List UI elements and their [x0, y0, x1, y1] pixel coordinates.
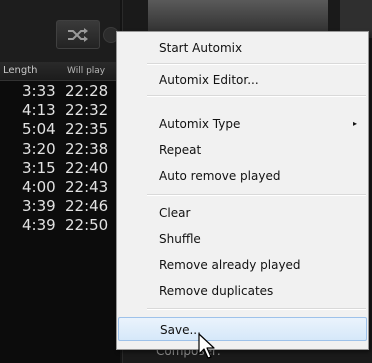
track-length: 3:20 — [22, 139, 56, 158]
track-will-play: 22:50 — [65, 216, 109, 235]
mouse-cursor-icon — [198, 333, 215, 359]
track-will-play: 22:32 — [65, 101, 109, 120]
table-row[interactable]: 4:13 22:32 — [0, 101, 120, 120]
table-row[interactable]: 3:33 22:28 — [0, 82, 120, 101]
track-will-play: 22:43 — [65, 177, 109, 196]
menu-item-start-automix[interactable]: Start Automix — [118, 36, 367, 60]
track-length: 3:39 — [22, 197, 56, 216]
menu-separator — [147, 63, 366, 65]
playlist-column-header: Length Will play — [0, 62, 120, 81]
column-header-will-play[interactable]: Will play — [67, 62, 105, 80]
menu-item-auto-remove-played[interactable]: Auto remove played — [118, 164, 367, 188]
playlist-panel: Length Will play 3:33 22:28 4:13 22:32 5:0… — [0, 0, 120, 363]
track-length: 3:33 — [22, 82, 56, 100]
table-row[interactable]: 5:04 22:35 — [0, 120, 120, 139]
track-will-play: 22:28 — [65, 82, 109, 100]
menu-item-remove-already-played[interactable]: Remove already played — [118, 253, 367, 277]
shuffle-icon — [68, 27, 88, 42]
track-length: 4:39 — [22, 216, 56, 235]
table-row[interactable]: 3:15 22:40 — [0, 159, 120, 178]
table-row[interactable]: 4:39 22:50 — [0, 216, 120, 235]
menu-item-clear[interactable]: Clear — [118, 201, 367, 225]
track-length: 5:04 — [22, 120, 56, 139]
playlist-context-menu: Start Automix Automix Editor... Automix … — [116, 31, 369, 350]
submenu-arrow-icon: ▸ — [352, 119, 357, 128]
menu-separator — [147, 95, 366, 97]
table-row[interactable]: 4:00 22:43 — [0, 178, 120, 197]
track-length: 4:13 — [22, 101, 56, 120]
menu-item-save[interactable]: Save... — [118, 317, 367, 341]
track-length: 3:15 — [22, 158, 56, 177]
menu-item-remove-duplicates[interactable]: Remove duplicates — [118, 279, 367, 303]
playlist-rows: 3:33 22:28 4:13 22:32 5:04 22:35 3:20 22:38 … — [0, 82, 120, 236]
menu-item-label: Automix Type — [159, 117, 241, 131]
track-will-play: 22:38 — [65, 139, 109, 158]
menu-item-repeat[interactable]: Repeat — [118, 138, 367, 162]
menu-separator — [147, 194, 366, 196]
track-will-play: 22:40 — [65, 158, 109, 177]
track-will-play: 22:35 — [65, 120, 109, 139]
column-header-length[interactable]: Length — [3, 62, 38, 80]
table-row[interactable]: 3:39 22:46 — [0, 197, 120, 216]
menu-item-automix-editor[interactable]: Automix Editor... — [118, 68, 367, 92]
table-row[interactable]: 3:20 22:38 — [0, 140, 120, 159]
track-length: 4:00 — [22, 177, 56, 196]
menu-separator — [147, 308, 366, 310]
menu-item-shuffle[interactable]: Shuffle — [118, 227, 367, 251]
menu-item-automix-type[interactable]: Automix Type ▸ — [118, 112, 367, 136]
playlist-toolbar — [0, 0, 120, 62]
track-will-play: 22:46 — [65, 197, 109, 216]
shuffle-button[interactable] — [56, 20, 100, 49]
